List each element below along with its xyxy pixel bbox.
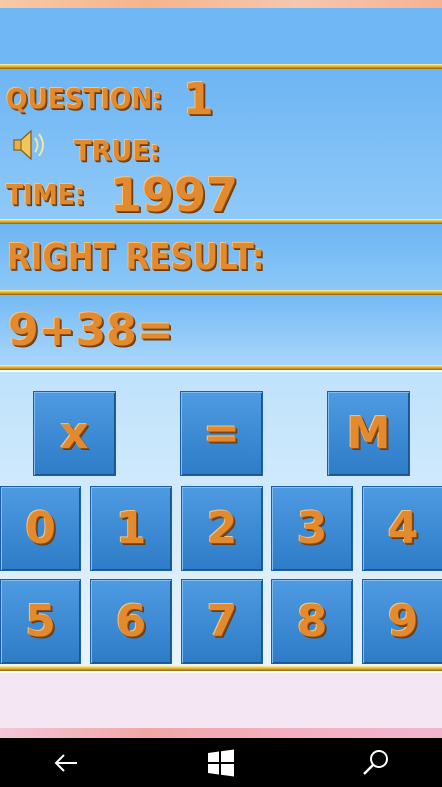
true-label: TRUE: [74,134,161,167]
equals-key-label: = [203,408,240,459]
bottom-panel [0,673,442,728]
digit-key-label: 3 [296,503,328,554]
digit-key-label: 5 [25,596,56,647]
windows-logo-icon[interactable] [206,748,236,778]
question-number: 1 [183,74,214,125]
math-expression: 9+38= [8,305,174,356]
equals-key[interactable]: = [180,391,263,476]
digit-key-4[interactable]: 4 [362,486,442,571]
multiply-key-label: x [60,408,89,459]
right-result-label: RIGHT RESULT: [7,237,265,278]
question-label: QUESTION: [6,82,163,115]
memory-key-label: M [346,408,391,459]
digit-key-9[interactable]: 9 [362,579,442,664]
gold-divider [0,365,442,370]
digit-key-label: 6 [115,596,147,647]
gold-divider [0,666,442,671]
back-arrow-icon[interactable] [51,748,81,778]
digit-key-3[interactable]: 3 [271,486,353,571]
digit-key-label: 8 [296,596,328,647]
digit-key-label: 4 [387,503,419,554]
digit-key-8[interactable]: 8 [271,579,353,664]
bottom-accent-strip [0,728,442,738]
digit-key-2[interactable]: 2 [181,486,263,571]
digit-key-label: 1 [115,503,147,554]
time-value: 1997 [110,168,239,222]
digit-key-label: 7 [206,596,238,647]
header-panel [0,8,442,64]
multiply-key[interactable]: x [33,391,116,476]
digit-key-label: 9 [387,596,419,647]
speaker-icon[interactable] [12,128,50,162]
top-accent-strip [0,0,442,8]
digit-key-0[interactable]: 0 [0,486,81,571]
memory-key[interactable]: M [327,391,410,476]
time-label: TIME: [6,178,85,211]
digit-key-label: 0 [25,503,56,554]
digit-key-6[interactable]: 6 [90,579,172,664]
search-icon[interactable] [361,748,391,778]
digit-key-7[interactable]: 7 [181,579,263,664]
digit-key-label: 2 [206,503,238,554]
digit-key-5[interactable]: 5 [0,579,81,664]
digit-key-1[interactable]: 1 [90,486,172,571]
